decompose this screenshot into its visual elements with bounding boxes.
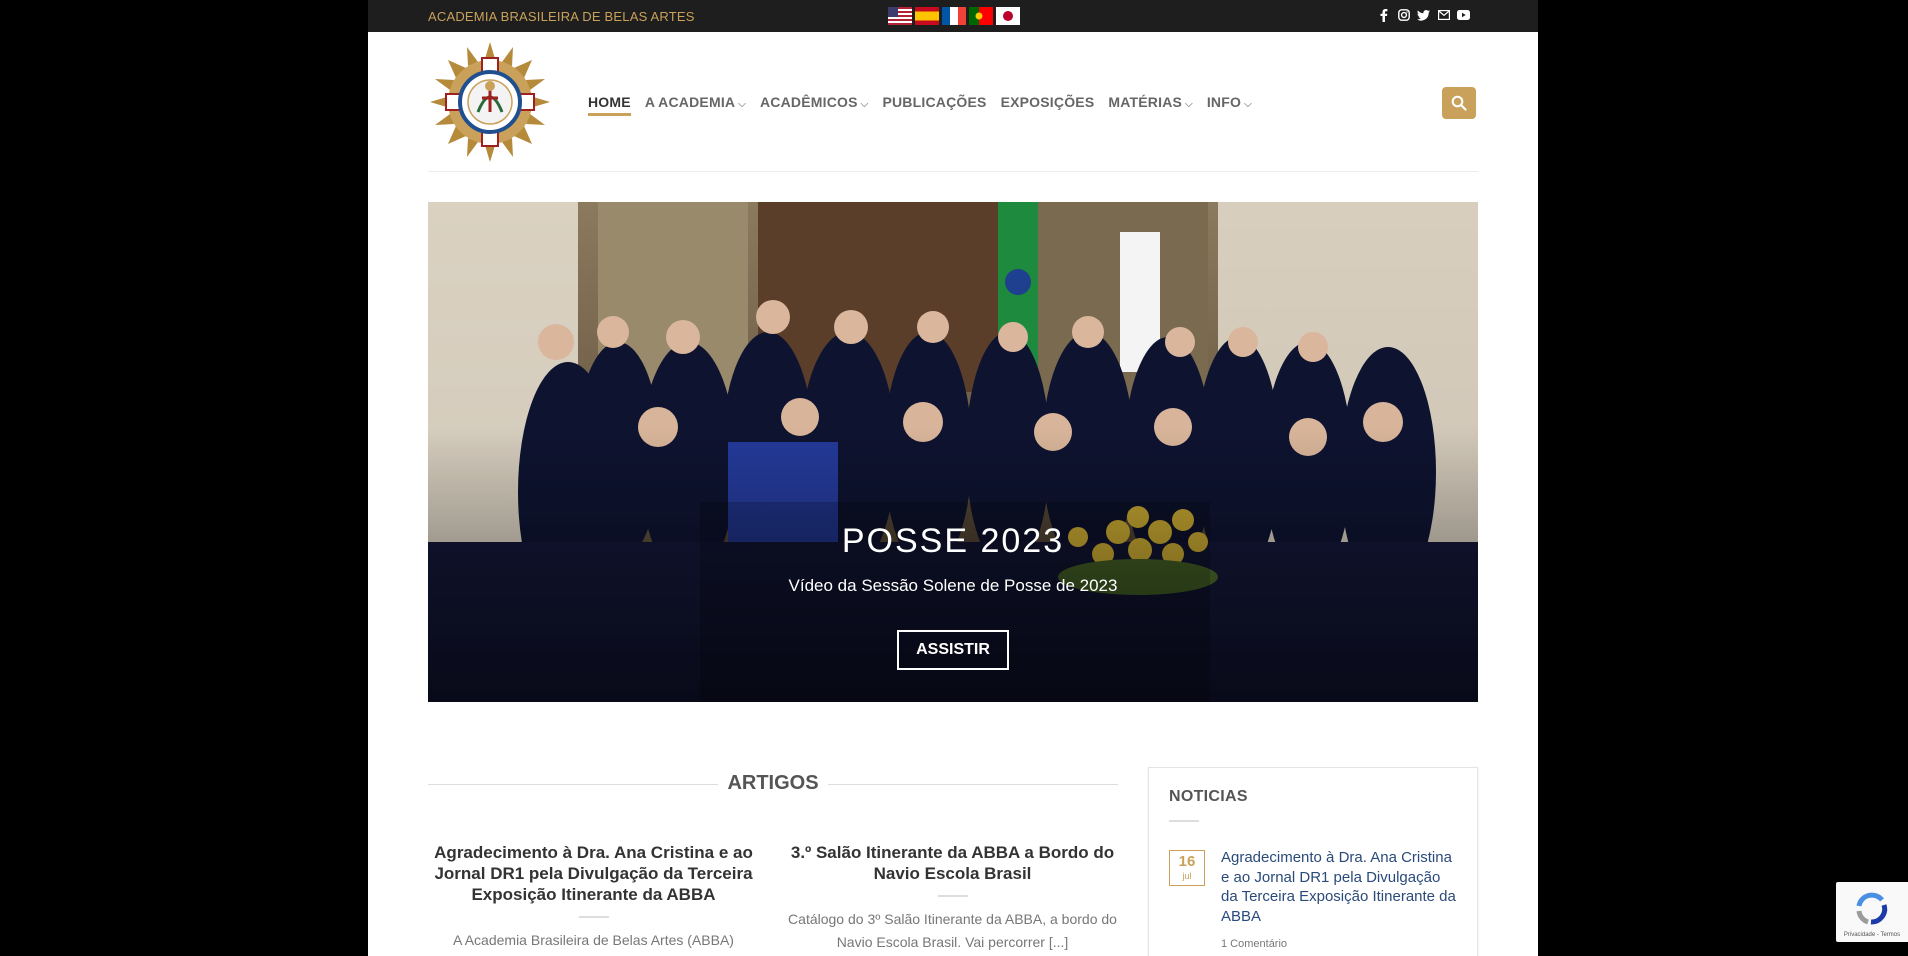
chevron-down-icon: ⌵	[738, 99, 746, 110]
top-bar: ACADEMIA BRASILEIRA DE BELAS ARTES	[368, 0, 1538, 32]
article-excerpt: A Academia Brasileira de Belas Artes (AB…	[453, 932, 734, 948]
us-flag-icon[interactable]	[888, 7, 912, 25]
fr-flag-icon[interactable]	[942, 7, 966, 25]
heading-underline	[1169, 820, 1199, 822]
nav-home-label: HOME	[588, 94, 631, 110]
nav-academia[interactable]: A ACADEMIA ⌵	[645, 94, 746, 116]
search-icon	[1451, 95, 1467, 111]
hero-banner: POSSE 2023 Vídeo da Sessão Solene de Pos…	[428, 202, 1478, 702]
nav-academia-label: A ACADEMIA	[644, 94, 736, 110]
main-nav: HOME A ACADEMIA ⌵ ACADÊMICOS ⌵ PUBLICAÇÕES…	[588, 94, 1252, 116]
nav-home[interactable]: HOME	[588, 94, 631, 116]
header: HOME A ACADEMIA ⌵ ACADÊMICOS ⌵ PUBLICAÇÕES…	[428, 32, 1478, 172]
divider-line	[828, 784, 1118, 785]
news-link[interactable]: Agradecimento à Dra. Ana Cristina e ao J…	[1221, 848, 1461, 926]
article-title[interactable]: Agradecimento à Dra. Ana Cristina e ao J…	[428, 842, 759, 905]
news-day: 16	[1178, 853, 1196, 870]
nav-info-label: INFO	[1206, 94, 1242, 110]
news-month: jul	[1182, 871, 1192, 881]
chevron-down-icon: ⌵	[860, 99, 869, 110]
nav-exposicoes-label: EXPOSIÇÕES	[1000, 94, 1095, 110]
pt-flag-icon[interactable]	[969, 7, 993, 25]
language-flags	[888, 7, 1020, 25]
article-title[interactable]: 3.º Salão Itinerante da ABBA a Bordo do …	[787, 842, 1118, 884]
recaptcha-badge[interactable]: Privacidade - Termos	[1836, 882, 1908, 942]
academy-logo[interactable]	[428, 40, 552, 164]
nav-academicos-label: ACADÊMICOS	[760, 94, 858, 110]
article-divider	[578, 916, 609, 918]
article-list: Agradecimento à Dra. Ana Cristina e ao J…	[428, 842, 1118, 954]
hero-title: POSSE 2023	[841, 522, 1065, 560]
hero-photo	[428, 202, 1478, 702]
chevron-down-icon: ⌵	[1185, 99, 1193, 110]
social-links	[1377, 8, 1470, 22]
twitter-icon[interactable]	[1417, 8, 1430, 22]
es-flag-icon[interactable]	[915, 7, 939, 25]
email-icon[interactable]	[1437, 8, 1450, 22]
recaptcha-label: Privacidade - Termos	[1843, 932, 1901, 938]
noticias-widget: NOTICIAS 16 jul Agradecimento à Dra. Ana…	[1148, 767, 1478, 956]
nav-exposicoes[interactable]: EXPOSIÇÕES	[1001, 94, 1095, 116]
artigos-section: ARTIGOS Agradecimento à Dra. Ana Cristin…	[428, 760, 1118, 950]
article-card[interactable]: 3.º Salão Itinerante da ABBA a Bordo do …	[787, 842, 1118, 954]
assistir-button[interactable]: ASSISTIR	[897, 630, 1009, 670]
nav-academicos[interactable]: ACADÊMICOS ⌵	[760, 94, 868, 116]
facebook-icon[interactable]	[1377, 8, 1390, 22]
article-card[interactable]: Agradecimento à Dra. Ana Cristina e ao J…	[428, 842, 759, 954]
nav-materias[interactable]: MATÉRIAS ⌵	[1108, 94, 1192, 116]
nav-publicacoes[interactable]: PUBLICAÇÕES	[882, 94, 986, 116]
jp-flag-icon[interactable]	[996, 7, 1020, 25]
search-button[interactable]	[1442, 87, 1476, 119]
article-excerpt: Catálogo do 3º Salão Itinerante da ABBA,…	[788, 911, 1117, 950]
hero-subtitle: Vídeo da Sessão Solene de Posse de 2023	[788, 576, 1118, 595]
news-comment-count[interactable]: 1 Comentário	[1221, 938, 1287, 950]
chevron-down-icon: ⌵	[1244, 99, 1252, 110]
artigos-header: ARTIGOS	[428, 760, 1118, 794]
youtube-icon[interactable]	[1457, 8, 1470, 22]
nav-publicacoes-label: PUBLICAÇÕES	[882, 94, 987, 110]
article-divider	[937, 895, 968, 897]
instagram-icon[interactable]	[1397, 8, 1410, 22]
nav-info[interactable]: INFO ⌵	[1207, 94, 1252, 116]
site-name[interactable]: ACADEMIA BRASILEIRA DE BELAS ARTES	[428, 9, 695, 24]
page: ACADEMIA BRASILEIRA DE BELAS ARTES HOME …	[368, 0, 1538, 956]
noticias-heading: NOTICIAS	[1169, 788, 1248, 805]
news-date-badge: 16 jul	[1169, 850, 1205, 886]
nav-materias-label: MATÉRIAS	[1108, 94, 1183, 110]
